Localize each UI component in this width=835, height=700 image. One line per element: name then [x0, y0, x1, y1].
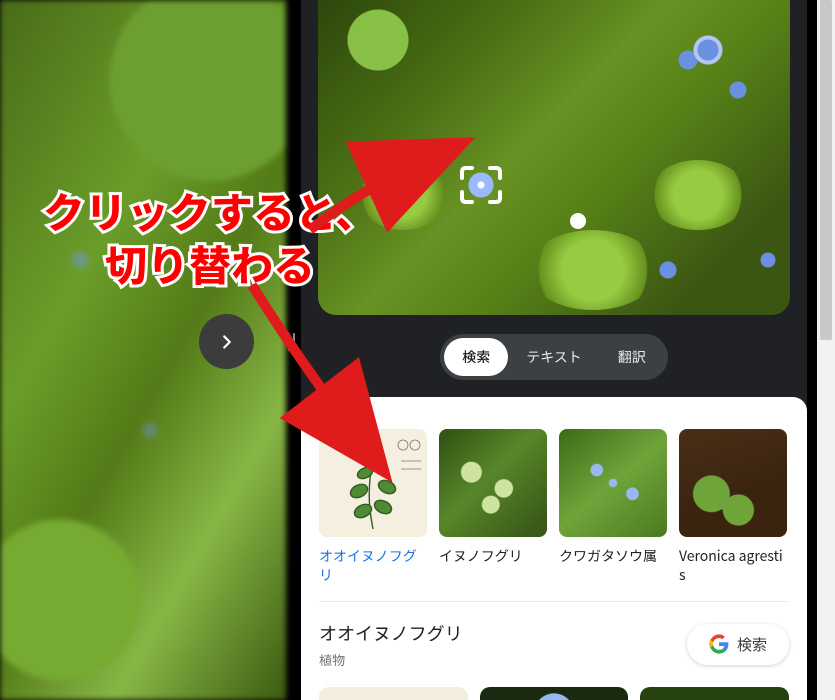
mode-text-chip[interactable]: テキスト — [508, 338, 600, 376]
focus-suggestion-dot[interactable] — [570, 213, 586, 229]
google-search-button[interactable]: 検索 — [687, 624, 789, 665]
scrollbar-thumb[interactable] — [820, 0, 832, 340]
result-card[interactable] — [319, 687, 468, 700]
vegetation-patch — [358, 160, 448, 230]
vegetation-patch — [648, 160, 748, 230]
more-results-row — [301, 669, 807, 700]
chevron-right-icon — [216, 331, 238, 353]
vegetation-patch — [528, 230, 658, 310]
mode-search-chip[interactable]: 検索 — [444, 338, 508, 376]
result-card[interactable] — [640, 687, 789, 700]
next-image-button[interactable] — [199, 314, 254, 369]
suggestion-label: クワガタソウ属 — [559, 547, 667, 566]
suggestion-thumb — [679, 429, 787, 537]
identified-plant-row: オオイヌノフグリ 植物 検索 — [301, 602, 807, 669]
suggestion-card-veronica-agrestis[interactable]: Veronica agrestis — [679, 429, 787, 585]
plant-name: オオイヌノフグリ — [319, 620, 463, 646]
plant-category: 植物 — [319, 650, 463, 669]
google-search-button-label: 検索 — [737, 634, 767, 655]
suggestion-card-ooinunofuguri[interactable]: オオイヌノフグリ — [319, 429, 427, 585]
suggestion-card-kuwagatasou[interactable]: クワガタソウ属 — [559, 429, 667, 585]
focused-flower — [466, 170, 496, 200]
panel-resize-handle[interactable] — [288, 333, 295, 351]
lens-mode-chips: 検索 テキスト 翻訳 — [301, 334, 807, 380]
visual-suggestions-row: オオイヌノフグリ イヌノフグリ クワガタソウ属 Veronica agresti… — [301, 397, 807, 585]
suggestion-thumb — [319, 429, 427, 537]
plant-info: オオイヌノフグリ 植物 — [319, 620, 463, 669]
mode-translate-chip[interactable]: 翻訳 — [600, 338, 664, 376]
results-sheet: オオイヌノフグリ イヌノフグリ クワガタソウ属 Veronica agresti… — [301, 397, 807, 700]
chip-group: 検索 テキスト 翻訳 — [440, 334, 668, 380]
suggestion-label: イヌノフグリ — [439, 547, 547, 566]
google-logo-icon — [709, 634, 729, 654]
lens-main-image[interactable] — [318, 0, 790, 315]
suggestion-thumb — [439, 429, 547, 537]
lens-panel: 検索 テキスト 翻訳 — [301, 0, 807, 700]
suggestion-label: Veronica agrestis — [679, 547, 787, 585]
suggestion-thumb — [559, 429, 667, 537]
vertical-scrollbar[interactable] — [817, 0, 835, 700]
focus-crop-box[interactable] — [458, 164, 504, 206]
suggestion-card-inunofuguri[interactable]: イヌノフグリ — [439, 429, 547, 585]
result-card[interactable] — [480, 687, 629, 700]
suggestion-label: オオイヌノフグリ — [319, 547, 427, 585]
